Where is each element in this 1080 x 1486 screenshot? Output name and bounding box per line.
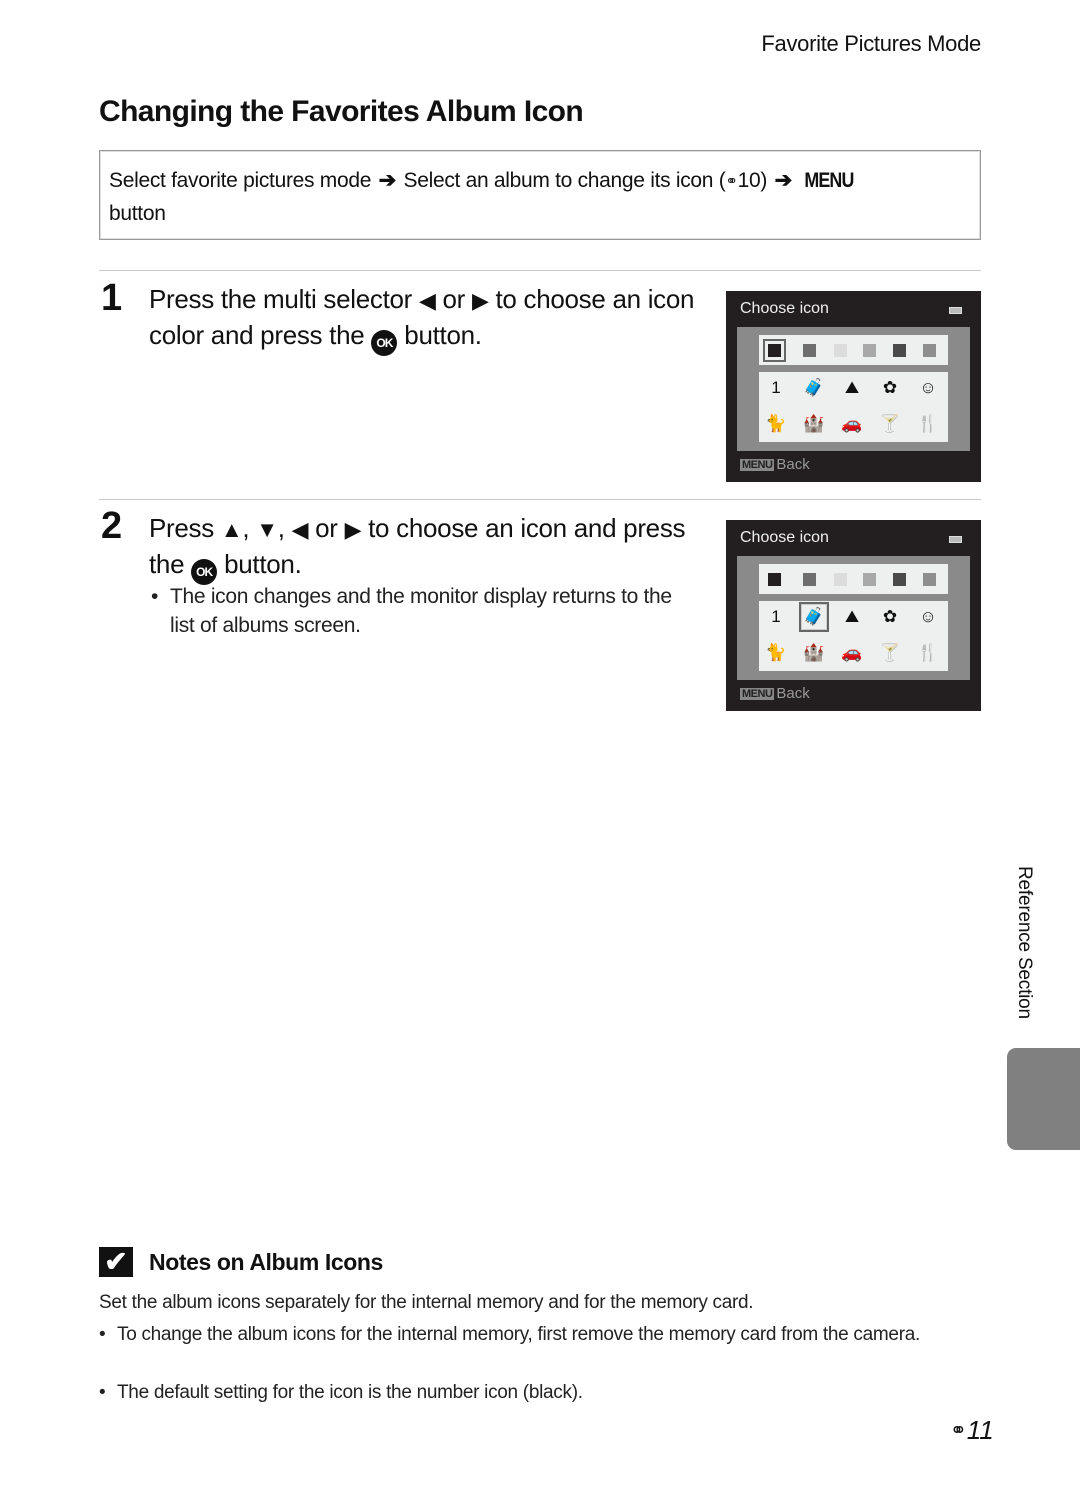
multi-selector-left-icon: ◀ [291, 517, 309, 542]
step-number: 2 [101, 505, 123, 547]
notes-bullet: The default setting for the icon is the … [99, 1380, 959, 1406]
ok-button-icon: OK [371, 330, 398, 356]
step-2-bullet: The icon changes and the monitor display… [149, 582, 679, 640]
color-swatch[interactable] [923, 344, 936, 357]
back-button[interactable]: MENU Back [740, 456, 810, 473]
cat-icon[interactable]: 🐈 [762, 639, 790, 667]
step-text-part: button. [397, 320, 482, 350]
number-icon[interactable]: 1 [762, 374, 790, 402]
notes-body: Set the album icons separately for the i… [99, 1292, 754, 1313]
battery-icon [949, 307, 962, 314]
nav-ref-page: 10) [737, 169, 768, 192]
step-text-part: or [435, 284, 472, 314]
step-text-part: Press the multi selector [149, 284, 419, 314]
nav-part3: button [109, 202, 166, 225]
color-swatch[interactable] [863, 344, 876, 357]
section-header: Favorite Pictures Mode [761, 31, 981, 56]
mountain-icon[interactable]: ⛰ [838, 603, 866, 631]
color-swatch[interactable] [893, 344, 906, 357]
icon-grid: 1 🧳 ⛰ ✿ ☺ 🐈 🏰 🚗 🍸 🍴 [759, 601, 948, 671]
icon-grid: 1 🧳 ⛰ ✿ ☺ 🐈 🏰 🚗 🍸 🍴 [759, 372, 948, 442]
reference-binoculars-icon: ⚭ [725, 173, 738, 190]
color-swatch[interactable] [923, 573, 936, 586]
navigation-path-box: Select favorite pictures mode ➔ Select a… [99, 150, 981, 240]
multi-selector-up-icon: ▲ [220, 517, 243, 542]
car-icon[interactable]: 🚗 [838, 639, 866, 667]
battery-icon [949, 536, 962, 543]
color-swatch[interactable] [834, 344, 847, 357]
flower-icon[interactable]: ✿ [876, 374, 904, 402]
menu-button-icon: MENU [740, 459, 775, 471]
camera-screen-title: Choose icon [740, 529, 829, 546]
page-number-value: 11 [966, 1415, 994, 1445]
step-text-part: , [277, 513, 292, 543]
step-1-text: Press the multi selector ◀ or ▶ to choos… [149, 282, 709, 356]
car-icon[interactable]: 🚗 [838, 410, 866, 438]
color-swatch-row [759, 335, 948, 365]
number-icon[interactable]: 1 [762, 603, 790, 631]
color-swatch[interactable] [803, 344, 816, 357]
face-icon[interactable]: ☺ [914, 603, 942, 631]
nav-part2: Select an album to change its icon ( [403, 169, 726, 192]
camera-panel: 1 🧳 ⛰ ✿ ☺ 🐈 🏰 🚗 🍸 🍴 [737, 556, 970, 680]
cocktail-icon[interactable]: 🍸 [876, 639, 904, 667]
step-2-text: Press ▲, ▼, ◀ or ▶ to choose an icon and… [149, 511, 689, 585]
color-swatch[interactable] [834, 573, 847, 586]
back-label: Back [776, 456, 810, 473]
notes-bullet: To change the album icons for the intern… [99, 1322, 959, 1348]
back-label: Back [776, 685, 810, 702]
arrow-right-icon: ➔ [378, 169, 397, 192]
color-swatch-row [759, 564, 948, 594]
back-button[interactable]: MENU Back [740, 685, 810, 702]
side-section-label: Reference Section [1014, 866, 1035, 1019]
multi-selector-right-icon: ▶ [471, 288, 489, 313]
suitcase-icon[interactable]: 🧳 [799, 602, 829, 632]
castle-icon[interactable]: 🏰 [800, 410, 828, 438]
multi-selector-right-icon: ▶ [344, 517, 362, 542]
castle-icon[interactable]: 🏰 [800, 639, 828, 667]
step-text-part: , [242, 513, 257, 543]
suitcase-icon[interactable]: 🧳 [800, 374, 828, 402]
step-divider [99, 499, 981, 500]
camera-screen-1: Choose icon 1 🧳 ⛰ ✿ ☺ 🐈 🏰 🚗 🍸 🍴 MENU Back [726, 291, 981, 482]
page-title: Changing the Favorites Album Icon [99, 95, 584, 128]
step-text-part: or [308, 513, 345, 543]
arrow-right-icon: ➔ [774, 169, 793, 192]
menu-button-icon: MENU [740, 688, 775, 700]
color-swatch[interactable] [863, 573, 876, 586]
step-text-part: Press [149, 513, 221, 543]
page-number: ⚭11 [950, 1415, 994, 1446]
checkmark-icon: ✔ [99, 1247, 133, 1277]
cutlery-icon[interactable]: 🍴 [914, 410, 942, 438]
mountain-icon[interactable]: ⛰ [838, 374, 866, 402]
step-number: 1 [101, 277, 123, 319]
cutlery-icon[interactable]: 🍴 [914, 639, 942, 667]
color-swatch[interactable] [763, 339, 786, 362]
multi-selector-left-icon: ◀ [418, 288, 436, 313]
step-divider [99, 270, 981, 271]
camera-screen-2: Choose icon 1 🧳 ⛰ ✿ ☺ 🐈 🏰 🚗 🍸 🍴 MENU Back [726, 520, 981, 711]
notes-title: Notes on Album Icons [149, 1249, 383, 1275]
camera-panel: 1 🧳 ⛰ ✿ ☺ 🐈 🏰 🚗 🍸 🍴 [737, 327, 970, 451]
reference-binoculars-icon: ⚭ [950, 1420, 967, 1442]
cocktail-icon[interactable]: 🍸 [876, 410, 904, 438]
color-swatch[interactable] [768, 573, 781, 586]
section-tab[interactable] [1007, 1048, 1080, 1150]
face-icon[interactable]: ☺ [914, 374, 942, 402]
color-swatch[interactable] [893, 573, 906, 586]
nav-part1: Select favorite pictures mode [109, 169, 372, 192]
cat-icon[interactable]: 🐈 [762, 410, 790, 438]
multi-selector-down-icon: ▼ [256, 517, 278, 542]
step-text-part: button. [217, 549, 302, 579]
flower-icon[interactable]: ✿ [876, 603, 904, 631]
camera-screen-title: Choose icon [740, 300, 829, 317]
color-swatch[interactable] [803, 573, 816, 586]
menu-button-icon: MENU [803, 169, 854, 192]
